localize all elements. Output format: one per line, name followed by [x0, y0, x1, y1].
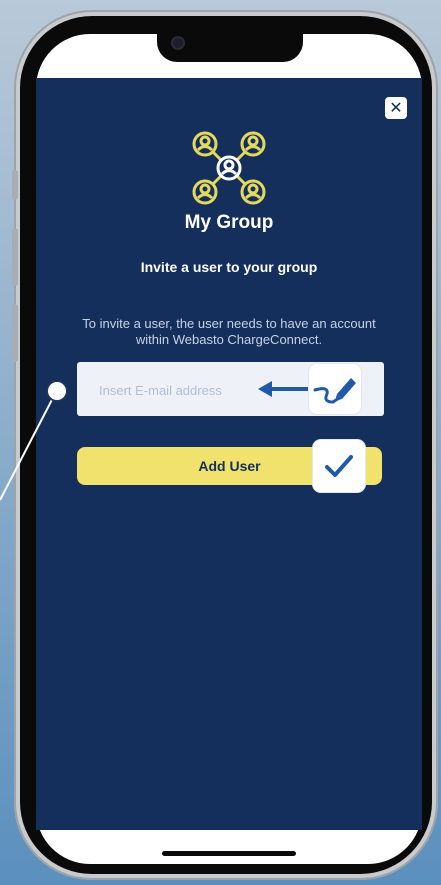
pen-edit-icon	[313, 378, 356, 404]
invite-description: To invite a user, the user needs to have…	[82, 316, 376, 347]
confirm-button[interactable]	[313, 440, 365, 492]
volume-down-button	[12, 304, 18, 362]
page-subtitle: Invite a user to your group	[140, 259, 318, 275]
group-icon	[192, 131, 266, 205]
close-button[interactable]: ✕	[385, 97, 407, 119]
page-title: My Group	[184, 212, 274, 233]
home-indicator[interactable]	[162, 851, 296, 856]
callout-line	[0, 390, 58, 501]
volume-up-button	[12, 228, 18, 286]
camera-icon	[173, 38, 183, 48]
callout-dot	[48, 382, 66, 400]
side-button	[12, 170, 18, 200]
close-icon: ✕	[389, 98, 403, 117]
checkmark-icon	[325, 455, 353, 477]
email-input[interactable]	[97, 378, 261, 402]
arrow-left-icon	[258, 381, 310, 397]
edit-button[interactable]	[309, 364, 361, 414]
